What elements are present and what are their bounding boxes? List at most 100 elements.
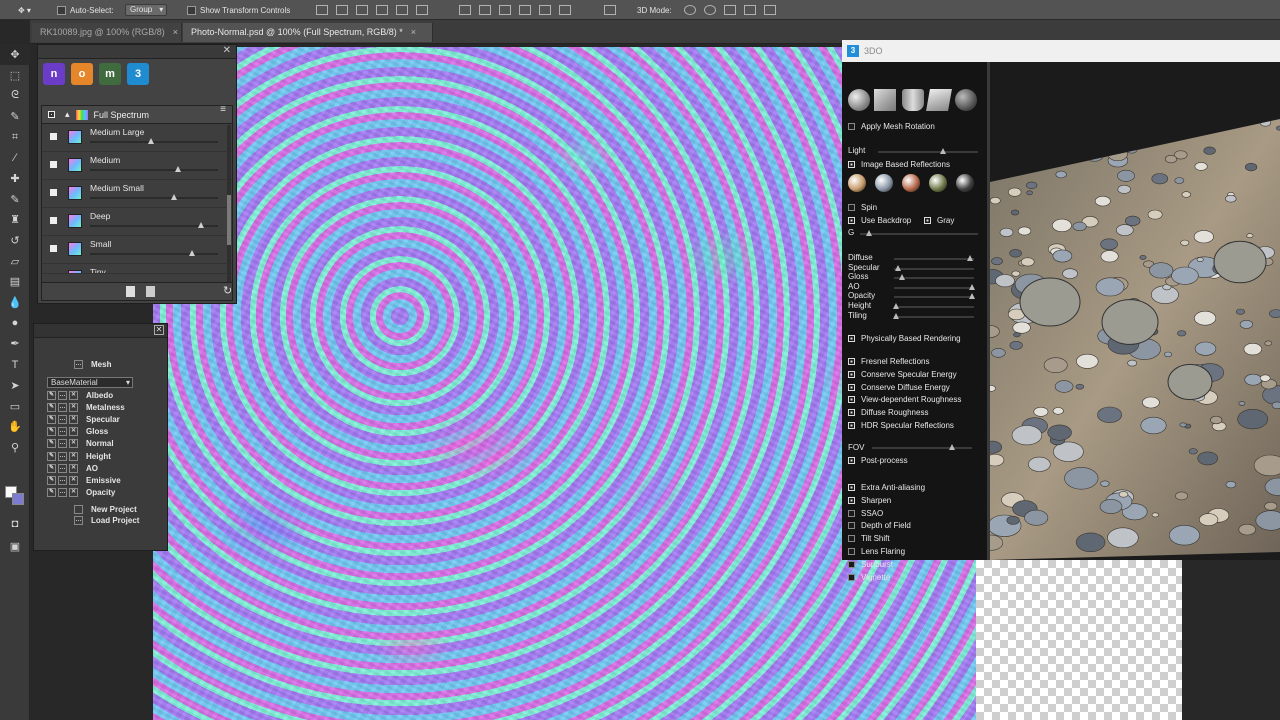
material-slider[interactable] (894, 274, 974, 281)
auto-select-checkbox[interactable] (57, 5, 66, 15)
channel-row[interactable]: ✎… ✕ Normal (47, 438, 114, 449)
blur-tool-icon[interactable]: 💧 (0, 292, 30, 313)
post-option-toggle[interactable]: Sharpen (848, 496, 891, 505)
material-slider[interactable] (894, 293, 975, 300)
slider-handle[interactable] (967, 255, 973, 261)
environment-map-thumb[interactable] (902, 174, 920, 192)
post-option-toggle[interactable]: Vignette (848, 573, 890, 582)
checkbox[interactable] (848, 396, 855, 404)
checkbox[interactable] (848, 161, 855, 168)
remove-channel-icon[interactable]: ✕ (69, 415, 78, 425)
new-layer-icon[interactable] (126, 286, 135, 297)
layer-strength-slider[interactable] (90, 222, 218, 228)
close-icon[interactable]: ✕ (223, 45, 231, 56)
channel-row[interactable]: ✎… ✕ Opacity (47, 487, 115, 498)
auto-select-dropdown[interactable]: Group (125, 4, 168, 16)
new-project-button[interactable]: New Project (74, 504, 137, 515)
checkbox[interactable] (848, 358, 855, 365)
history-brush-tool-icon[interactable]: ↺ (0, 230, 30, 251)
refresh-icon[interactable]: ↻ (223, 284, 232, 297)
layer-strength-slider[interactable] (90, 194, 218, 200)
material-select[interactable]: BaseMaterial (47, 377, 133, 388)
duplicate-layer-icon[interactable] (146, 286, 155, 297)
quick-select-tool-icon[interactable]: ✎ (0, 106, 30, 127)
gray-toggle[interactable]: Gray (924, 216, 954, 225)
move-tool-preset-icon[interactable]: ✥ ▾ (18, 3, 31, 17)
pbr-option-toggle[interactable]: HDR Specular Reflections (848, 421, 954, 430)
edit-channel-icon[interactable]: ✎ (47, 451, 56, 461)
checkbox[interactable] (848, 217, 855, 224)
distribute-right-icon[interactable] (559, 5, 571, 15)
slider-handle[interactable] (175, 166, 182, 172)
edit-channel-icon[interactable]: ✎ (47, 487, 56, 497)
rotate-3d-icon[interactable] (684, 5, 696, 15)
distribute-left-icon[interactable] (519, 5, 531, 15)
background-color-swatch[interactable] (12, 493, 24, 505)
environment-map-thumb[interactable] (875, 174, 893, 192)
post-option-toggle[interactable]: Extra Anti-aliasing (848, 483, 925, 492)
layer-visibility-toggle[interactable] (50, 245, 57, 252)
path-selection-tool-icon[interactable]: ➤ (0, 375, 30, 396)
material-slider[interactable] (892, 303, 974, 309)
layer-strength-slider[interactable] (90, 138, 218, 144)
close-icon[interactable]: ✕ (154, 325, 164, 335)
clone-stamp-tool-icon[interactable]: ♜ (0, 210, 30, 231)
align-hcenter-icon[interactable] (396, 5, 408, 15)
remove-channel-icon[interactable]: ✕ (69, 451, 78, 461)
channel-row[interactable]: ✎… ✕ Specular (47, 414, 120, 425)
checkbox[interactable] (848, 509, 855, 517)
pbr-option-toggle[interactable]: Fresnel Reflections (848, 357, 929, 366)
channel-options-icon[interactable]: … (58, 403, 67, 413)
distribute-vcenter-icon[interactable] (479, 5, 491, 15)
checkbox[interactable] (848, 522, 855, 530)
zoom-tool-icon[interactable]: ⚲ (0, 437, 30, 458)
drag-3d-icon[interactable] (724, 5, 736, 15)
slider-handle[interactable] (895, 264, 901, 271)
mesh-button[interactable]: … Mesh (74, 359, 111, 370)
cylinder-primitive-icon[interactable] (902, 89, 924, 111)
slider-handle[interactable] (148, 138, 155, 144)
channel-options-icon[interactable]: … (58, 463, 67, 473)
material-slider[interactable] (894, 264, 974, 271)
brush-tool-icon[interactable]: ✎ (0, 189, 30, 210)
layer-visibility-toggle[interactable] (50, 273, 57, 274)
align-left-icon[interactable] (376, 5, 388, 15)
layer-visibility-toggle[interactable] (50, 189, 57, 196)
sphere-primitive-icon[interactable] (848, 89, 870, 111)
slider-handle[interactable] (968, 283, 975, 290)
panel-menu-icon[interactable]: ≡ (220, 104, 226, 115)
channel-row[interactable]: ✎… ✕ Metalness (47, 402, 125, 413)
type-tool-icon[interactable]: T (0, 354, 30, 375)
post-option-toggle[interactable]: Tilt Shift (848, 534, 890, 543)
load-project-button[interactable]: … Load Project (74, 515, 139, 526)
align-bottom-icon[interactable] (356, 5, 368, 15)
slide-3d-icon[interactable] (744, 5, 756, 15)
quick-mask-icon[interactable]: ◘ (0, 514, 30, 535)
mesh-options-icon[interactable]: … (74, 360, 83, 369)
checkbox[interactable] (848, 204, 855, 211)
slider-handle[interactable] (949, 444, 955, 450)
layer-row[interactable]: Medium (42, 152, 232, 180)
slider-handle[interactable] (171, 194, 178, 200)
fov-slider[interactable] (872, 444, 972, 450)
3d-viewport[interactable] (990, 62, 1280, 560)
pbr-option-toggle[interactable]: Conserve Specular Energy (848, 370, 957, 379)
app-3-icon[interactable]: 3 (127, 63, 149, 85)
auto-select-toggle[interactable]: Auto-Select: (57, 3, 114, 17)
channel-row[interactable]: ✎… ✕ Height (47, 451, 111, 462)
layer-visibility-toggle[interactable] (50, 217, 57, 224)
screen-mode-icon[interactable]: ▣ (0, 536, 30, 557)
material-slider[interactable] (894, 255, 974, 261)
transform-controls-checkbox[interactable] (187, 5, 196, 15)
marquee-tool-icon[interactable]: ⬚ (0, 65, 30, 86)
align-top-icon[interactable] (316, 5, 328, 15)
transform-controls-toggle[interactable]: Show Transform Controls (187, 3, 290, 17)
slider-handle[interactable] (892, 312, 899, 319)
eraser-tool-icon[interactable]: ▱ (0, 251, 30, 272)
layer-row[interactable]: Small (42, 236, 232, 264)
checkbox[interactable] (848, 123, 855, 130)
checkbox[interactable] (848, 484, 855, 491)
checkbox[interactable] (848, 422, 855, 429)
close-icon[interactable]: × (173, 27, 178, 37)
layer-row[interactable]: Medium Small (42, 180, 232, 208)
